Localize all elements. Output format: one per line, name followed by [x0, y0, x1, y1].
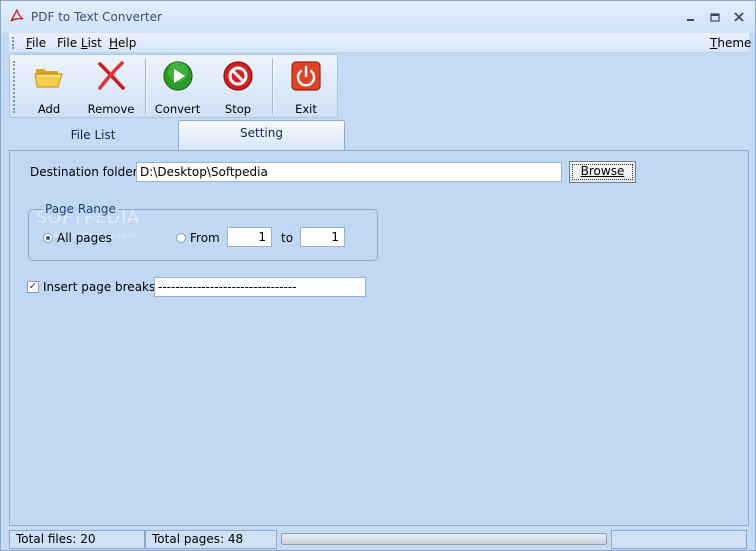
conversion-progress-bar	[281, 533, 607, 545]
toolbar-separator	[145, 58, 146, 114]
page-range-group: Page Range All pages From 1 to 1	[28, 202, 378, 261]
tab-file-list[interactable]: File List	[9, 119, 177, 151]
all-pages-radio[interactable]	[43, 233, 53, 243]
stop-icon	[223, 61, 253, 91]
settings-panel: Destination folder: D:\Desktop\Softpedia…	[9, 150, 749, 526]
convert-button[interactable]: Convert	[150, 55, 205, 117]
insert-page-breaks-checkbox[interactable]: ✓	[27, 281, 39, 293]
exit-button[interactable]: Exit	[278, 55, 334, 117]
browse-button[interactable]: Browse	[569, 161, 636, 183]
tab-setting[interactable]: Setting	[178, 120, 345, 152]
pdf-icon	[10, 9, 24, 22]
to-label: to	[281, 231, 294, 245]
add-button[interactable]: Add	[24, 55, 74, 117]
status-bar: Total files: 20 Total pages: 48	[9, 528, 749, 550]
from-label: From	[190, 231, 220, 245]
folder-icon	[34, 69, 63, 88]
menu-file-list[interactable]: File List	[57, 36, 102, 50]
menu-file[interactable]: File	[26, 36, 46, 50]
total-files-status: Total files: 20	[9, 530, 145, 549]
menu-bar: File File List Help Theme	[9, 33, 751, 53]
red-x-icon	[98, 61, 125, 90]
toolbar-separator	[272, 58, 273, 114]
insert-page-breaks-label: Insert page breaks:	[43, 280, 160, 294]
total-pages-status: Total pages: 48	[145, 530, 277, 549]
minimize-icon[interactable]	[683, 9, 699, 25]
from-radio[interactable]	[176, 233, 186, 243]
page-range-title: Page Range	[43, 202, 118, 216]
tab-strip: File List Setting	[9, 119, 749, 152]
maximize-icon[interactable]	[707, 9, 723, 25]
toolbar: Add Remove Convert Stop Exit	[9, 54, 338, 118]
window-title: PDF to Text Converter	[31, 10, 162, 24]
destination-label: Destination folder:	[30, 165, 142, 179]
menu-grip	[12, 37, 14, 49]
play-icon	[162, 61, 193, 91]
toolbar-grip	[13, 61, 15, 113]
page-break-input[interactable]: --------------------------------	[154, 277, 366, 297]
close-icon[interactable]	[731, 9, 747, 25]
menu-theme[interactable]: Theme	[710, 36, 751, 50]
stop-button[interactable]: Stop	[212, 55, 264, 117]
destination-input[interactable]: D:\Desktop\Softpedia	[136, 162, 562, 182]
remove-button[interactable]: Remove	[82, 55, 140, 117]
app-window: PDF to Text Converter File File List Hel…	[0, 0, 756, 551]
to-page-input[interactable]: 1	[300, 227, 345, 247]
power-icon	[291, 61, 321, 91]
menu-help[interactable]: Help	[109, 36, 136, 50]
from-page-input[interactable]: 1	[227, 227, 272, 247]
all-pages-label: All pages	[57, 231, 112, 245]
title-bar[interactable]: PDF to Text Converter	[1, 1, 755, 33]
status-cell-empty	[611, 530, 747, 549]
